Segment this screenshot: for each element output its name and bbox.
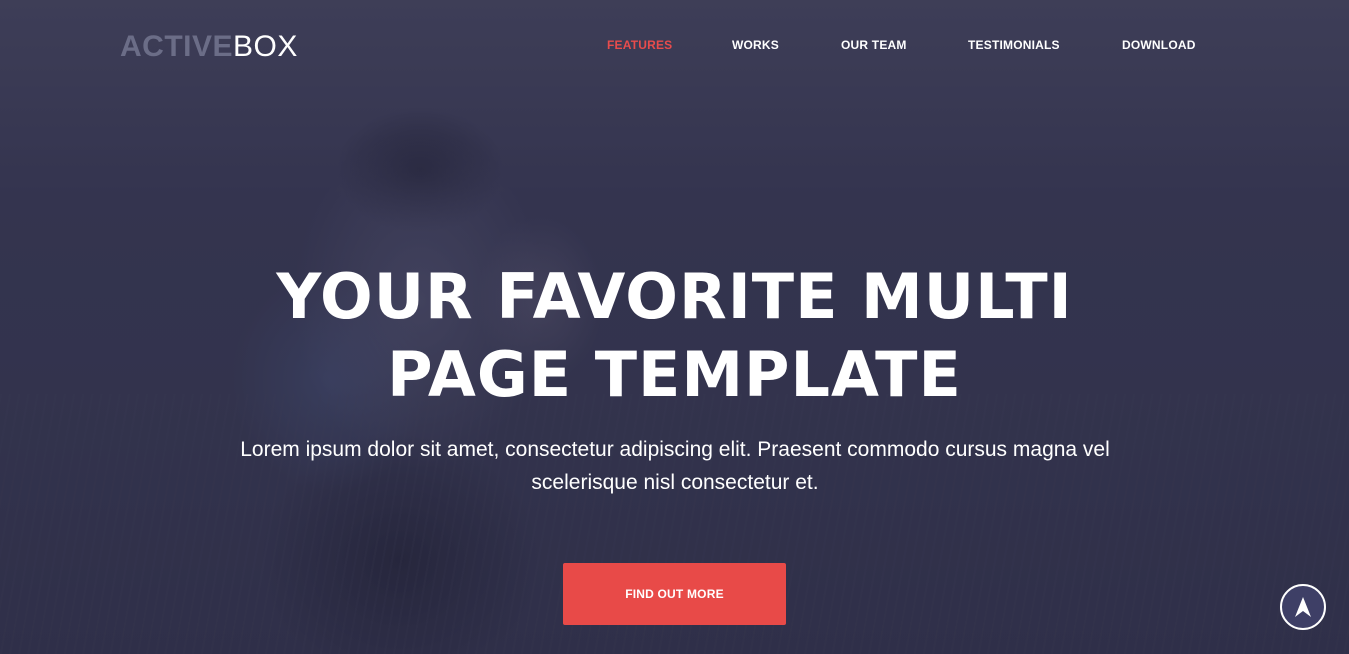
nav-item-download[interactable]: DOWNLOAD bbox=[1122, 38, 1196, 52]
nav-item-features[interactable]: FEATURES bbox=[607, 38, 672, 52]
find-out-more-button[interactable]: FIND OUT MORE bbox=[563, 563, 786, 625]
hero-subtext: Lorem ipsum dolor sit amet, consectetur … bbox=[240, 438, 1110, 494]
main-menu: FEATURES WORKS OUR TEAM TESTIMONIALS DOW… bbox=[0, 38, 1349, 54]
nav-item-our-team[interactable]: OUR TEAM bbox=[841, 38, 907, 52]
hero-headline: YOUR FAVORITE MULTI PAGE TEMPLATE bbox=[0, 258, 1349, 414]
cta-label: FIND OUT MORE bbox=[625, 587, 724, 601]
headline-line-1: YOUR FAVORITE MULTI bbox=[276, 260, 1073, 333]
hero-section: ACTIVEBOX FEATURES WORKS OUR TEAM TESTIM… bbox=[0, 0, 1349, 654]
arrow-up-icon bbox=[1294, 596, 1312, 618]
headline-line-2: PAGE TEMPLATE bbox=[387, 338, 962, 411]
scroll-to-top-button[interactable] bbox=[1280, 584, 1326, 630]
nav-item-testimonials[interactable]: TESTIMONIALS bbox=[968, 38, 1060, 52]
nav-item-works[interactable]: WORKS bbox=[732, 38, 779, 52]
top-navigation: ACTIVEBOX FEATURES WORKS OUR TEAM TESTIM… bbox=[0, 0, 1349, 92]
